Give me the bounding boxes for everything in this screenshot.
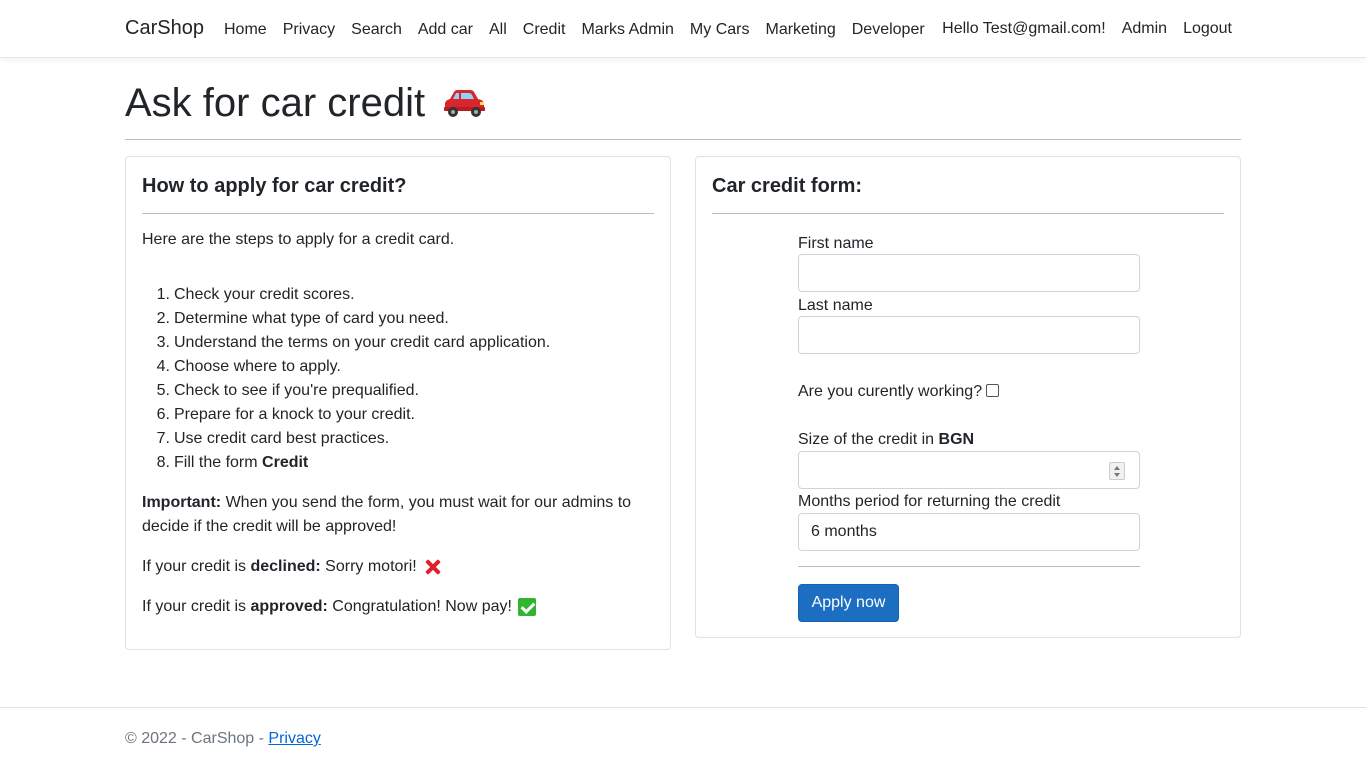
months-label: Months period for returning the credit [798, 493, 1061, 510]
working-row: Are you curently working? [798, 382, 1000, 402]
nav-home[interactable]: Home [216, 18, 275, 42]
page-header: Ask for car credit [125, 78, 487, 128]
footer: © 2022 - CarShop - Privacy [0, 707, 1366, 768]
list-item: 1. Check your credit scores. [156, 286, 355, 303]
top-navbar: CarShop Home Privacy Search Add car All … [0, 0, 1366, 58]
main-nav: Home Privacy Search Add car All Credit M… [216, 18, 933, 42]
footer-privacy-link[interactable]: Privacy [268, 730, 320, 747]
working-checkbox[interactable] [986, 384, 1000, 397]
nav-credit[interactable]: Credit [515, 18, 574, 42]
instructions-heading: How to apply for car credit? [142, 175, 407, 197]
nav-privacy[interactable]: Privacy [275, 18, 343, 42]
list-item: 6. Prepare for a knock to your credit. [156, 406, 415, 423]
apply-now-button[interactable]: Apply now [798, 584, 899, 622]
check-mark-icon [517, 598, 536, 616]
user-greeting-link[interactable]: Hello Test@gmail.com! [934, 17, 1114, 41]
brand-logo[interactable]: CarShop [125, 17, 204, 40]
working-label: Are you curently working? [798, 383, 983, 400]
list-item: 3. Understand the terms on your credit ca… [156, 334, 551, 351]
car-icon [444, 90, 486, 117]
nav-all[interactable]: All [481, 18, 515, 42]
approved-note: If your credit is approved: Congratulati… [142, 595, 536, 619]
important-note: Important: When you send the form, you m… [142, 494, 632, 535]
nav-search[interactable]: Search [343, 18, 410, 42]
nav-marks-admin[interactable]: Marks Admin [573, 18, 681, 42]
nav-marketing[interactable]: Marketing [757, 18, 843, 42]
declined-note: If your credit is declined: Sorry motori… [142, 555, 441, 579]
title-divider [125, 139, 1241, 140]
cross-mark-icon [423, 558, 441, 576]
steps-intro: Here are the steps to apply for a credit… [142, 231, 455, 248]
months-select[interactable]: 6 months [798, 513, 1140, 551]
credit-size-label: Size of the credit in BGN [798, 431, 975, 448]
number-spinner-icon[interactable] [1109, 462, 1125, 480]
instructions-divider [142, 213, 654, 214]
first-name-field[interactable] [798, 254, 1140, 292]
list-item: 8. Fill the form Credit [156, 454, 309, 471]
last-name-field[interactable] [798, 316, 1140, 354]
list-item: 5. Check to see if you're prequalified. [156, 382, 419, 399]
steps-list: 1. Check your credit scores. 2. Determine … [142, 283, 551, 475]
list-item: 2. Determine what type of card you need. [156, 310, 449, 327]
nav-my-cars[interactable]: My Cars [682, 18, 758, 42]
credit-size-field[interactable] [798, 451, 1140, 489]
nav-admin[interactable]: Admin [1114, 17, 1175, 41]
user-nav: Hello Test@gmail.com! Admin Logout [934, 17, 1240, 41]
form-divider [798, 566, 1140, 567]
nav-developer[interactable]: Developer [844, 18, 933, 42]
last-name-label: Last name [798, 297, 873, 314]
instructions-card: How to apply for car credit? Here are th… [125, 156, 671, 650]
first-name-label: First name [798, 235, 874, 252]
form-heading-divider [712, 213, 1224, 214]
list-item: 7. Use credit card best practices. [156, 430, 390, 447]
nav-add-car[interactable]: Add car [410, 18, 481, 42]
logout-button[interactable]: Logout [1175, 17, 1240, 41]
form-heading: Car credit form: [712, 175, 863, 197]
footer-text: © 2022 - CarShop - Privacy [125, 730, 321, 747]
page-title: Ask for car credit [125, 81, 426, 125]
credit-form-card: Car credit form: First name Last name Ar… [695, 156, 1241, 638]
list-item: 4. Choose where to apply. [156, 358, 341, 375]
